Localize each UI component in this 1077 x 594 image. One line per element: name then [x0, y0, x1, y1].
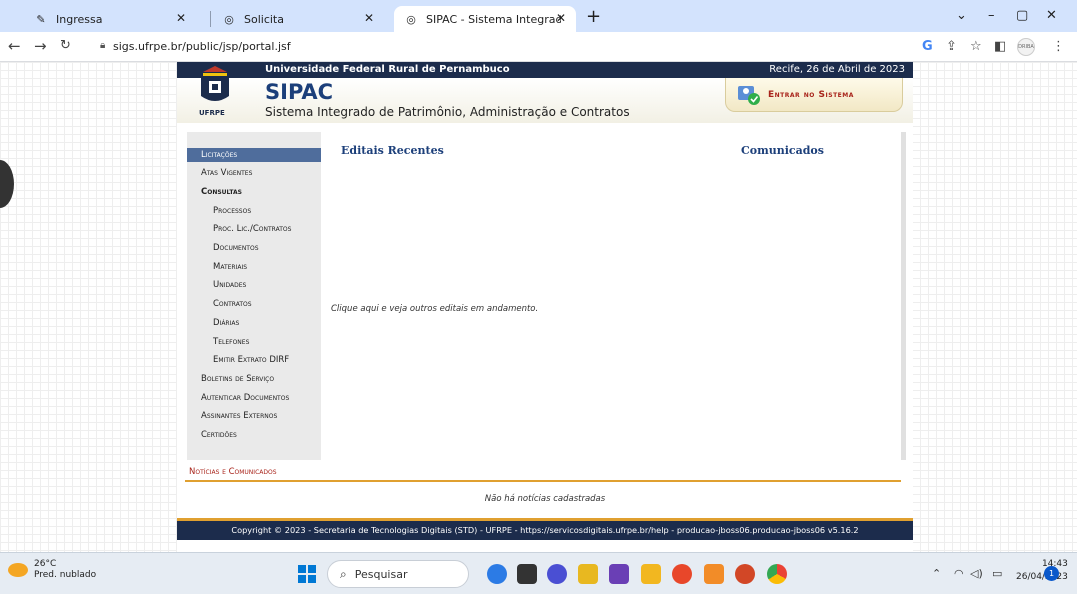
current-date: Recife, 26 de Abril de 2023 [769, 64, 905, 75]
windows-start-icon[interactable] [298, 565, 316, 583]
tab-title: Solicita [244, 12, 284, 26]
notification-badge[interactable]: 1 [1044, 566, 1059, 581]
menu-kebab-icon[interactable]: ⋮ [1052, 39, 1065, 54]
app-icon[interactable] [609, 564, 629, 584]
partly-cloudy-icon [8, 563, 28, 577]
menu-diarias[interactable]: Diárias [187, 318, 321, 328]
maximize-button[interactable]: ▢ [1016, 8, 1028, 23]
no-news-message: Não há notícias cadastradas [484, 494, 606, 504]
logo-label: UFRPE [199, 109, 225, 117]
taskbar: 26°C Pred. nublado ⌕ Pesquisar ⌃ ◠ ◁) ▭ … [0, 552, 1077, 594]
menu-licitacoes[interactable]: Licitações [187, 148, 327, 162]
tab-solicita[interactable]: ◎ Solicita ✕ [212, 6, 384, 32]
user-login-icon [738, 85, 760, 105]
close-icon[interactable]: ✕ [556, 11, 566, 25]
share-icon[interactable]: ⇪ [946, 39, 957, 54]
chrome-icon[interactable] [767, 564, 787, 584]
weather-widget[interactable]: 26°C Pred. nublado [8, 559, 96, 581]
top-banner: Universidade Federal Rural de Pernambuco… [177, 62, 913, 78]
meet-icon[interactable] [547, 564, 567, 584]
app-subtitle: Sistema Integrado de Patrimônio, Adminis… [265, 105, 630, 119]
lock-icon: 🔒︎ [100, 40, 106, 51]
tab-bar: ✎ Ingressa ✕ ◎ Solicita ✕ ◎ SIPAC - Sist… [0, 0, 1077, 32]
login-button[interactable]: Entrar no Sistema [725, 78, 903, 112]
tab-title: SIPAC - Sistema Integrado de Pat [426, 12, 561, 26]
menu-certidoes[interactable]: Certidões [187, 430, 321, 440]
clock[interactable]: 14:43 26/04/2023 [1016, 558, 1068, 584]
divider [185, 480, 901, 482]
volume-icon[interactable]: ◁) [970, 567, 983, 580]
header: UFRPE SIPAC Sistema Integrado de Patrimô… [177, 66, 913, 123]
menu-atas-vigentes[interactable]: Atas Vigentes [187, 168, 321, 178]
battery-icon[interactable]: ▭ [992, 567, 1002, 580]
app-icon[interactable] [487, 564, 507, 584]
footer-copyright: Copyright © 2023 - Secretaria de Tecnolo… [177, 521, 913, 540]
university-name: Universidade Federal Rural de Pernambuco [265, 64, 510, 75]
search-icon: ⌕ [340, 566, 347, 581]
time: 14:43 [1041, 559, 1068, 569]
menu-documentos[interactable]: Documentos [187, 243, 321, 253]
bookmark-star-icon[interactable]: ☆ [970, 39, 982, 54]
back-icon[interactable]: ← [8, 38, 21, 54]
menu-proc-lic-contratos[interactable]: Proc. Lic./Contratos [187, 224, 321, 234]
temperature: 26°C [34, 559, 57, 569]
menu-processos[interactable]: Processos [187, 206, 321, 216]
profile-avatar[interactable]: DRIBA [1017, 38, 1035, 56]
file-explorer-icon[interactable] [641, 564, 661, 584]
menu-unidades[interactable]: Unidades [187, 280, 321, 290]
menu-materiais[interactable]: Materiais [187, 262, 321, 272]
main-content: Editais Recentes Comunicados Clique aqui… [321, 132, 901, 460]
minimize-button[interactable]: – [988, 8, 995, 23]
date: 26/04/2023 [1016, 572, 1068, 582]
new-tab-button[interactable]: + [586, 8, 601, 26]
forward-icon[interactable]: → [34, 38, 47, 54]
browser-window: ✎ Ingressa ✕ ◎ Solicita ✕ ◎ SIPAC - Sist… [0, 0, 1077, 552]
menu-telefones[interactable]: Telefones [187, 337, 321, 347]
app-icon[interactable] [704, 564, 724, 584]
google-icon[interactable]: G [922, 39, 933, 54]
portal-container: Universidade Federal Rural de Pernambuco… [177, 62, 913, 552]
comunicados-heading: Comunicados [741, 144, 824, 157]
menu-emitir-extrato-dirf[interactable]: Emitir Extrato DIRF [187, 355, 321, 365]
close-icon[interactable]: ✕ [176, 11, 186, 25]
feather-icon: ✎ [36, 12, 46, 26]
page-viewport: Universidade Federal Rural de Pernambuco… [0, 62, 1077, 552]
menu-consultas[interactable]: Consultas [187, 187, 321, 197]
opera-icon[interactable] [672, 564, 692, 584]
tab-ingressa[interactable]: ✎ Ingressa ✕ [24, 6, 196, 32]
menu-autenticar-documentos[interactable]: Autenticar Documentos [187, 393, 321, 403]
sidebar-menu: Licitações Atas Vigentes Consultas Proce… [187, 132, 327, 460]
window-close-button[interactable]: ✕ [1046, 8, 1057, 23]
globe-icon: ◎ [224, 12, 234, 26]
app-name: SIPAC [265, 80, 334, 104]
login-label: Entrar no Sistema [768, 89, 854, 100]
menu-boletins-de-servico[interactable]: Boletins de Serviço [187, 374, 321, 384]
address-bar: ← → ↻ 🔒︎ sigs.ufrpe.br/public/jsp/portal… [0, 32, 1077, 62]
task-view-icon[interactable] [517, 564, 537, 584]
editais-heading: Editais Recentes [341, 144, 444, 157]
chevron-up-icon[interactable]: ⌃ [932, 567, 941, 580]
tab-title: Ingressa [56, 12, 103, 26]
content-scrollbar[interactable] [901, 132, 906, 460]
search-placeholder: Pesquisar [354, 567, 408, 581]
globe-icon: ◎ [406, 12, 416, 26]
close-icon[interactable]: ✕ [364, 11, 374, 25]
powerpoint-icon[interactable] [735, 564, 755, 584]
wifi-icon[interactable]: ◠ [954, 567, 964, 580]
reload-icon[interactable]: ↻ [60, 38, 71, 54]
menu-assinantes-externos[interactable]: Assinantes Externos [187, 411, 321, 421]
side-panel-icon[interactable]: ◧ [994, 39, 1006, 54]
taskbar-search[interactable]: ⌕ Pesquisar [327, 560, 469, 588]
tab-sipac[interactable]: ◎ SIPAC - Sistema Integrado de Pat ✕ [394, 6, 576, 32]
more-editais-link[interactable]: Clique aqui e veja outros editais em and… [331, 304, 538, 314]
tab-divider [210, 11, 211, 27]
menu-contratos[interactable]: Contratos [187, 299, 321, 309]
notes-icon[interactable] [578, 564, 598, 584]
url-field[interactable]: sigs.ufrpe.br/public/jsp/portal.jsf [113, 40, 291, 53]
news-heading: Notícias e Comunicados [189, 467, 277, 477]
tab-search-icon[interactable]: ⌄ [956, 8, 967, 23]
weather-description: Pred. nublado [34, 570, 97, 580]
